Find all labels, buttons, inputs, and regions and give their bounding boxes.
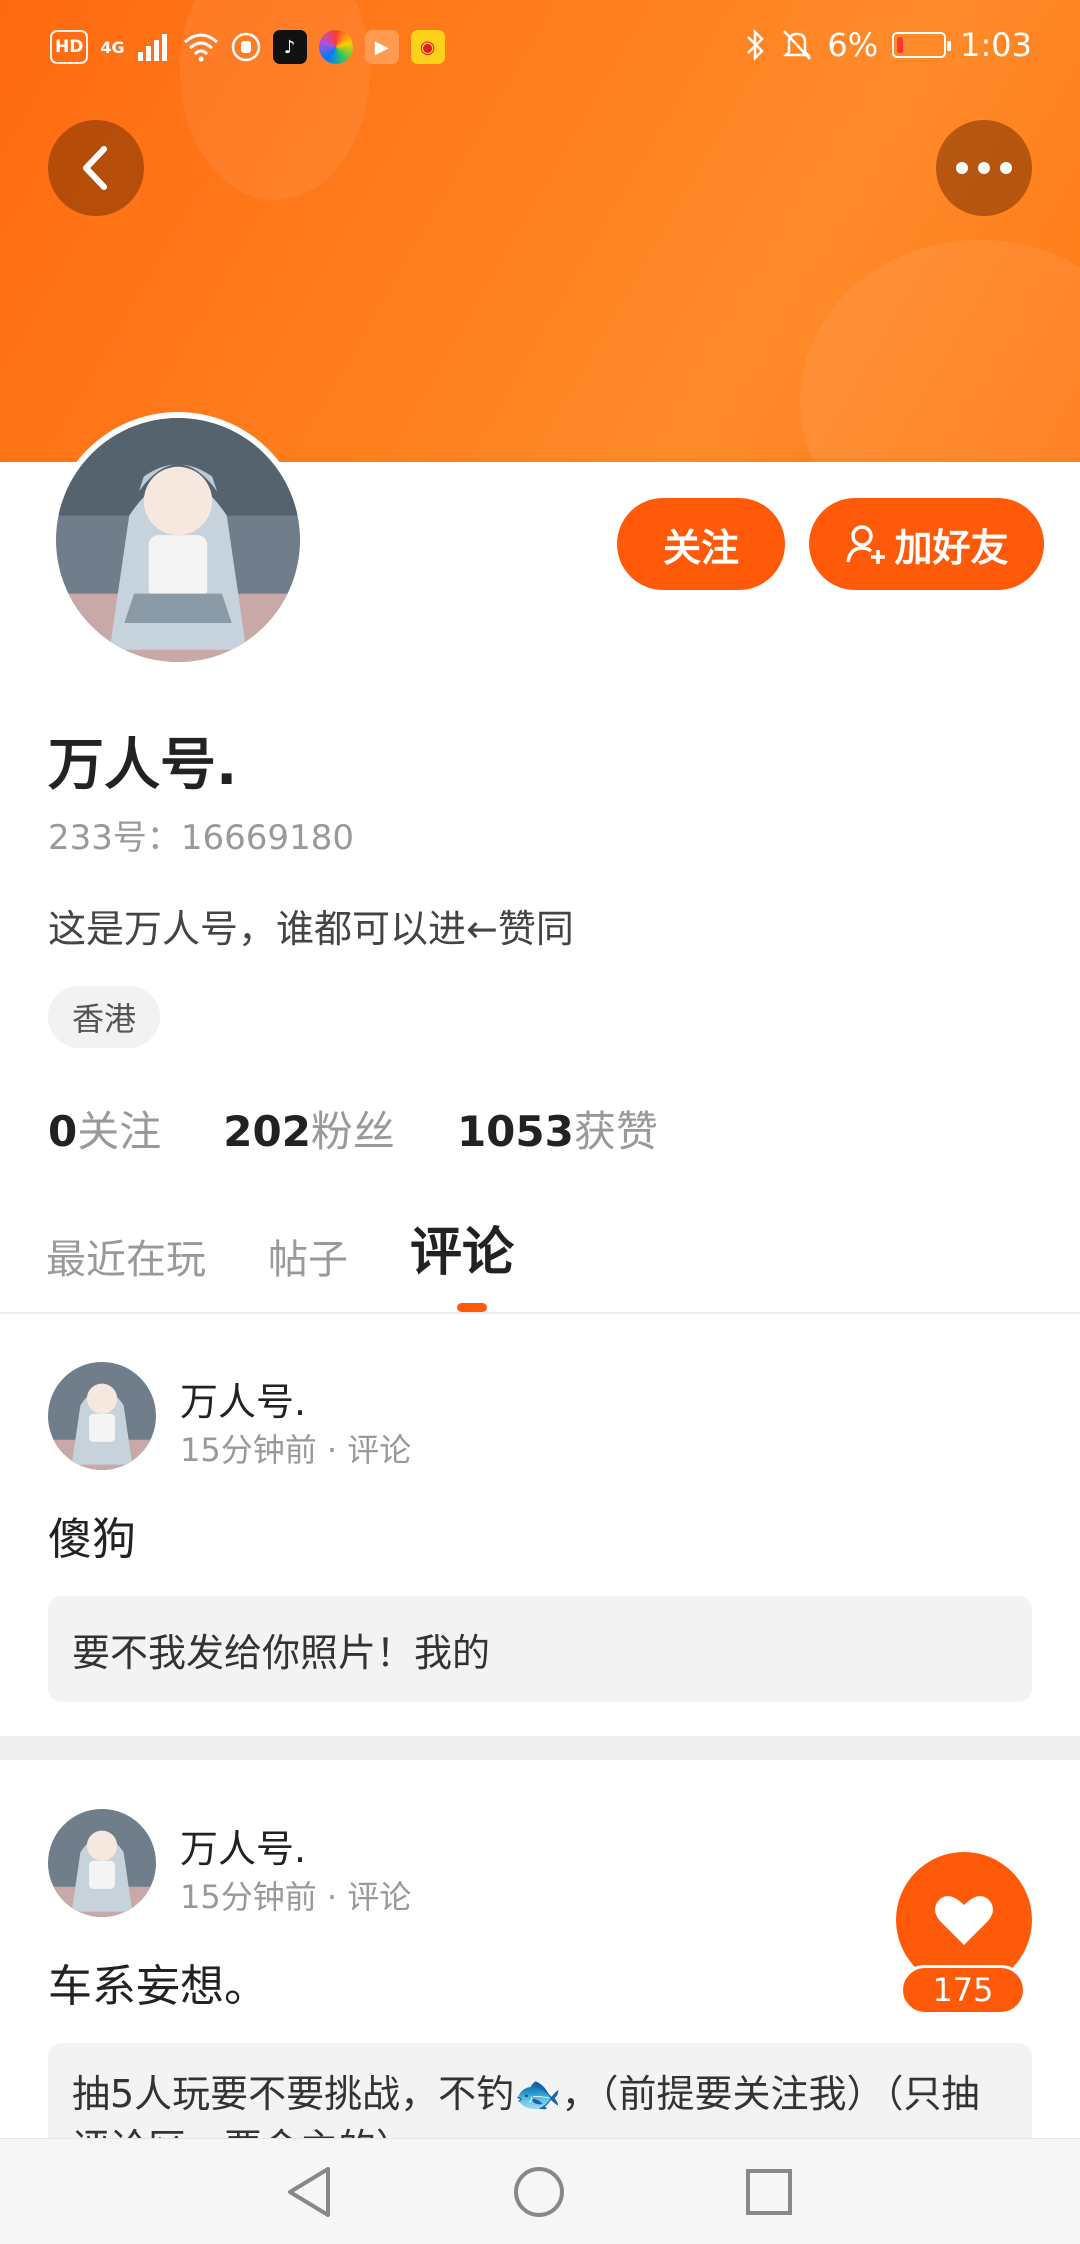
system-nav-bar [0,2138,1080,2244]
profile-avatar[interactable] [50,412,306,668]
square-recents-icon [746,2169,792,2215]
back-button[interactable] [48,120,144,216]
nav-recents-button[interactable] [736,2159,802,2225]
more-options-button[interactable] [936,120,1032,216]
comment-text: 车系妄想。 [48,1961,268,2012]
anime-avatar-image [56,418,300,662]
comment-type: 评论 [347,1878,412,1916]
comment-time: 15分钟前 [180,1431,317,1469]
clock: 1:03 [960,26,1032,64]
profile-id-label: 233号： [48,818,181,858]
like-count: 175 [900,1965,1026,2015]
comment-author-name[interactable]: 万人号. [180,1371,306,1426]
tab-comments[interactable]: 评论 [410,1210,514,1285]
wifi-icon [183,33,218,62]
tab-active-indicator [457,1303,487,1312]
location-tag: 香港 [48,986,161,1048]
comment-meta: 15分钟前 · 评论 [180,1425,411,1471]
stat-following-label: 关注 [77,1107,162,1156]
profile-bio: 这是万人号，谁都可以进←赞同 [48,907,574,951]
colorful-app-icon [318,30,353,64]
status-bar: HD 4G ♪ ▶ ◉ 6% 1:03 [0,0,1080,100]
profile-tabs: 最近在玩 帖子 评论 [46,1210,514,1285]
weibo-app-icon: ◉ [410,30,445,64]
stat-likes-label: 获赞 [573,1107,658,1156]
meta-separator: · [326,1878,338,1916]
add-friend-label: 加好友 [894,525,1009,570]
stat-fans-count: 202 [223,1107,311,1156]
add-friend-button[interactable]: 加好友 [809,498,1044,590]
nav-back-button[interactable] [276,2159,342,2225]
circle-home-icon [514,2167,564,2217]
comment-text: 傻狗 [48,1514,136,1565]
network-type: 4G [100,37,125,57]
meta-separator: · [326,1431,338,1469]
comment-type: 评论 [347,1431,412,1469]
hand-icon [231,32,260,62]
follow-button[interactable]: 关注 [617,498,785,590]
video-app-icon: ▶ [364,30,399,64]
stat-likes-count: 1053 [456,1107,574,1156]
profile-name: 万人号. [48,733,238,798]
comment-meta: 15分钟前 · 评论 [180,1872,411,1918]
nav-home-button[interactable] [506,2159,572,2225]
stat-likes[interactable]: 1053获赞 [457,1098,658,1159]
tabs-divider [0,1312,1080,1314]
more-horizontal-icon [956,162,1012,174]
heart-icon [935,1896,993,1945]
quoted-post-text: 要不我发给你照片！我的 [72,1630,491,1675]
stat-fans-label: 粉丝 [310,1107,395,1156]
comment-author-name[interactable]: 万人号. [180,1818,306,1873]
hd-indicator: HD [50,30,89,64]
comment-author-avatar[interactable] [48,1809,156,1917]
anime-avatar-image [48,1809,156,1917]
profile-stats: 0关注 202粉丝 1053获赞 [48,1098,658,1159]
triangle-back-icon [288,2167,330,2217]
tiktok-app-icon: ♪ [272,30,307,64]
profile-id: 233号：16669180 [48,810,354,859]
comment-time: 15分钟前 [180,1878,317,1916]
quoted-post[interactable]: 要不我发给你照片！我的 [48,1596,1032,1702]
chevron-left-icon [83,146,107,190]
stat-fans[interactable]: 202粉丝 [223,1098,395,1159]
tab-posts[interactable]: 帖子 [268,1227,348,1285]
stat-following[interactable]: 0关注 [48,1098,161,1159]
battery-icon [892,32,952,58]
stat-following-count: 0 [48,1107,78,1156]
comment-author-avatar[interactable] [48,1362,156,1470]
bluetooth-icon [747,28,765,62]
tab-recently-played[interactable]: 最近在玩 [46,1227,206,1285]
add-user-icon [846,525,886,564]
section-separator [0,1736,1080,1760]
profile-id-value: 16669180 [180,818,354,858]
battery-percent: 6% [827,26,879,64]
mute-bell-icon [783,30,812,60]
signal-icon [137,34,167,61]
anime-avatar-image [48,1362,156,1470]
